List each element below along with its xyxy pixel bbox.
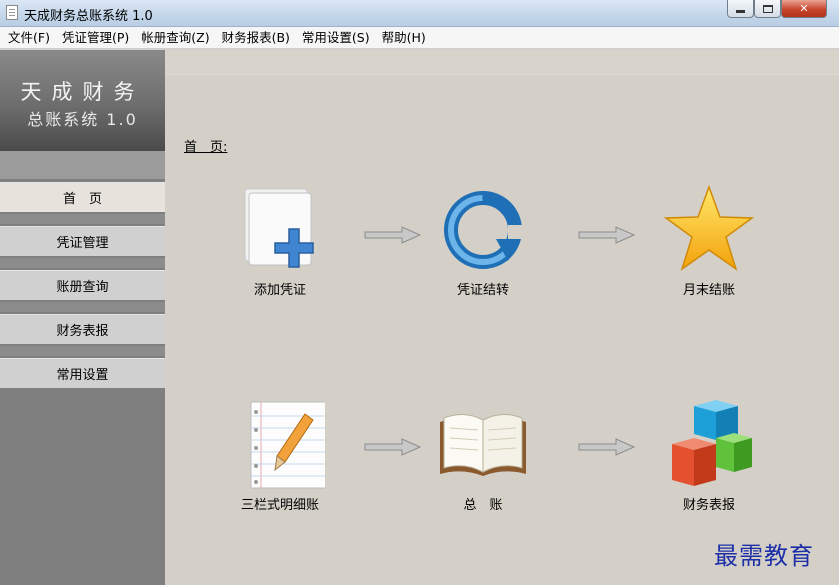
brand-subtitle: 总账系统 1.0	[27, 110, 138, 129]
menu-voucher[interactable]: 凭证管理(P)	[56, 27, 135, 49]
sidebar-band	[0, 151, 165, 179]
sidebar-item-home[interactable]: 首 页	[0, 182, 165, 212]
star-icon	[663, 184, 755, 275]
arrow-right-icon	[364, 438, 422, 456]
tile-voucher-transfer[interactable]: 凭证结转	[428, 185, 538, 298]
divider	[0, 214, 165, 224]
arrow-right-icon	[578, 438, 636, 456]
window-title: 天成财务总账系统 1.0	[24, 9, 153, 24]
arrow-right-icon	[578, 226, 636, 244]
sidebar-item-voucher[interactable]: 凭证管理	[0, 226, 165, 256]
brand-title: 天成财务	[20, 80, 145, 104]
sidebar-item-reports[interactable]: 财务表报	[0, 314, 165, 344]
tile-financial-reports[interactable]: 财务表报	[654, 400, 764, 513]
main-header-strip	[165, 50, 839, 75]
divider	[0, 302, 165, 312]
tile-general-ledger[interactable]: 总 账	[428, 400, 538, 513]
tile-month-close[interactable]: 月末结账	[654, 184, 764, 298]
tile-label: 三栏式明细账	[240, 498, 319, 513]
brand-panel: 天成财务 总账系统 1.0	[0, 50, 165, 151]
sidebar-item-label: 常用设置	[56, 368, 109, 383]
minimize-icon	[736, 10, 745, 13]
minimize-button[interactable]	[727, 0, 754, 18]
menu-settings[interactable]: 常用设置(S)	[296, 27, 376, 49]
menu-bar: 文件(F) 凭证管理(P) 帐册查询(Z) 财务报表(B) 常用设置(S) 帮助…	[0, 27, 839, 49]
divider	[0, 258, 165, 268]
menu-help[interactable]: 帮助(H)	[376, 27, 432, 49]
menu-file[interactable]: 文件(F)	[2, 27, 56, 49]
sidebar-item-label: 财务表报	[56, 324, 109, 339]
tile-three-column-ledger[interactable]: 三栏式明细账	[225, 400, 335, 513]
sidebar-item-label: 首 页	[62, 192, 102, 207]
menu-reports[interactable]: 财务报表(B)	[216, 27, 296, 49]
page-title: 首 页:	[184, 140, 228, 155]
menu-ledger-query[interactable]: 帐册查询(Z)	[135, 27, 215, 49]
watermark: 最需教育	[714, 542, 814, 570]
close-button[interactable]: ✕	[781, 0, 827, 18]
refresh-icon	[438, 185, 528, 275]
tile-label: 总 账	[463, 498, 503, 513]
tile-label: 添加凭证	[253, 283, 306, 298]
sidebar-item-label: 账册查询	[56, 280, 109, 295]
divider	[0, 346, 165, 356]
app-icon	[6, 5, 18, 20]
cubes-icon	[664, 400, 754, 490]
title-bar: 天成财务总账系统 1.0 ✕	[0, 0, 839, 27]
tile-add-voucher[interactable]: 添加凭证	[225, 185, 335, 298]
maximize-icon	[762, 4, 773, 13]
tile-label: 财务表报	[682, 498, 735, 513]
sidebar-item-settings[interactable]: 常用设置	[0, 358, 165, 388]
sidebar: 天成财务 总账系统 1.0 首 页 凭证管理 账册查询 财务表报 常用设置	[0, 50, 165, 585]
tile-label: 月末结账	[682, 283, 735, 298]
sidebar-item-label: 凭证管理	[56, 236, 109, 251]
add-document-icon	[235, 185, 325, 275]
arrow-right-icon	[364, 226, 422, 244]
sidebar-item-ledger[interactable]: 账册查询	[0, 270, 165, 300]
notebook-pencil-icon	[235, 400, 328, 490]
close-icon: ✕	[799, 2, 809, 15]
main-panel: 首 页: 添加凭证 凭证结转 月末结账 三栏式明细账 总 账 财务表报	[165, 50, 839, 585]
maximize-button[interactable]	[754, 0, 781, 18]
book-icon	[438, 400, 528, 490]
tile-label: 凭证结转	[456, 283, 509, 298]
